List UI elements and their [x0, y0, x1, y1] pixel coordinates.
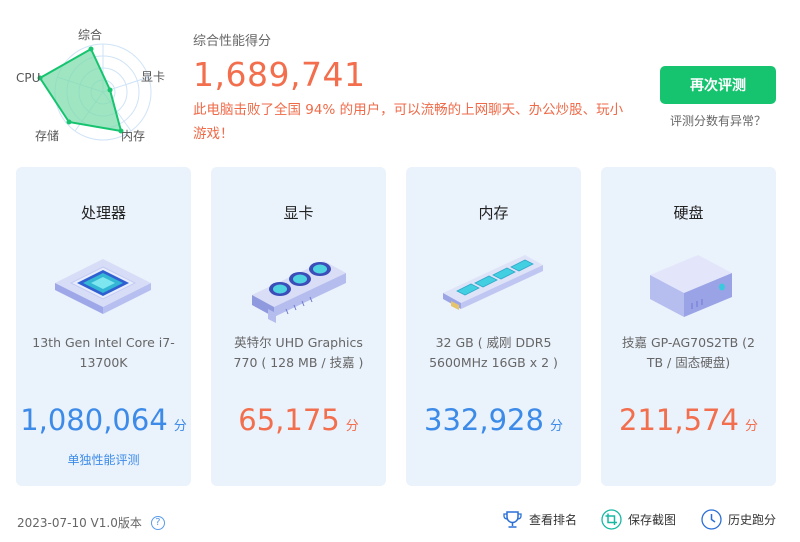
cpu-card-description: 13th Gen Intel Core i7-13700K [32, 335, 175, 370]
score-anomaly-link[interactable]: 评测分数有异常？ [660, 112, 776, 129]
retest-button[interactable]: 再次评测 [660, 66, 776, 104]
radar-label-gpu: 显卡 [141, 70, 165, 84]
radar-label-memory: 内存 [121, 129, 145, 143]
graphics-card-icon [252, 261, 346, 323]
disk-score-value: 211,574 [619, 403, 739, 437]
memory-score-value: 332,928 [424, 403, 544, 437]
score-history-button[interactable]: 历史跑分 [701, 509, 776, 530]
memory-card-score: 332,928 分 [406, 403, 581, 437]
overall-score-block: 综合性能得分 1,689,741 此电脑击败了全国 94% 的用户，可以流畅的上… [193, 30, 633, 146]
performance-radar-chart: 综合 显卡 内存 存储 CPU [16, 27, 165, 143]
overall-score-description: 此电脑击败了全国 94% 的用户，可以流畅的上网聊天、办公炒股、玩小游戏！ [193, 102, 624, 142]
view-ranking-label: 查看排名 [529, 513, 578, 527]
overall-score-title: 综合性能得分 [193, 33, 272, 48]
cpu-score-value: 1,080,064 [20, 403, 168, 437]
memory-card: 内存 32 GB ( 威刚 DDR5 5600MHz 16GB x 2 ) 33… [406, 167, 581, 486]
version-info: 2023-07-10 V1.0版本 ? [17, 514, 165, 531]
disk-score-unit: 分 [744, 419, 758, 434]
gpu-card: 显卡 英特尔 UHD Graphics 770 ( 128 MB / 技嘉 ) … [211, 167, 386, 486]
disk-card-score: 211,574 分 [601, 403, 776, 437]
save-screenshot-label: 保存截图 [628, 513, 677, 527]
gpu-score-value: 65,175 [238, 403, 340, 437]
memory-card-title: 内存 [478, 204, 509, 222]
cpu-score-unit: 分 [173, 419, 187, 434]
cpu-card-score: 1,080,064 分 [16, 403, 191, 437]
version-text: 2023-07-10 V1.0版本 [17, 516, 142, 530]
radar-label-cpu: CPU [16, 71, 40, 85]
question-icon[interactable]: ? [150, 515, 165, 530]
save-screenshot-button[interactable]: 保存截图 [601, 509, 676, 530]
overall-score-value: 1,689,741 [193, 55, 366, 94]
memory-card-description: 32 GB ( 威刚 DDR5 5600MHz 16GB x 2 ) [429, 335, 558, 370]
gpu-card-title: 显卡 [283, 204, 314, 222]
disk-card: 硬盘 技嘉 GP-AG70S2TB (2 TB / 固态硬盘) 211,574 分 [601, 167, 776, 486]
gpu-card-description: 英特尔 UHD Graphics 770 ( 128 MB / 技嘉 ) [233, 335, 364, 370]
cpu-standalone-test-link[interactable]: 单独性能评测 [16, 451, 191, 468]
disk-card-description: 技嘉 GP-AG70S2TB (2 TB / 固态硬盘) [622, 335, 755, 370]
hard-drive-icon [650, 255, 732, 317]
cpu-chip-icon [55, 259, 151, 314]
view-ranking-button[interactable]: 查看排名 [502, 509, 577, 530]
radar-label-overall: 综合 [78, 27, 102, 42]
memory-score-unit: 分 [549, 419, 563, 434]
disk-card-title: 硬盘 [673, 204, 704, 222]
gpu-card-score: 65,175 分 [211, 403, 386, 437]
gpu-score-unit: 分 [345, 419, 359, 434]
trophy-icon [503, 511, 522, 528]
score-history-label: 历史跑分 [728, 513, 777, 527]
clock-icon [701, 509, 722, 530]
cpu-card: 处理器 13th Gen Intel Core i7-13700K 1,080,… [16, 167, 191, 486]
radar-label-storage: 存储 [35, 128, 59, 143]
cpu-card-title: 处理器 [80, 204, 126, 222]
crop-icon [601, 509, 622, 530]
memory-module-icon [443, 255, 543, 310]
